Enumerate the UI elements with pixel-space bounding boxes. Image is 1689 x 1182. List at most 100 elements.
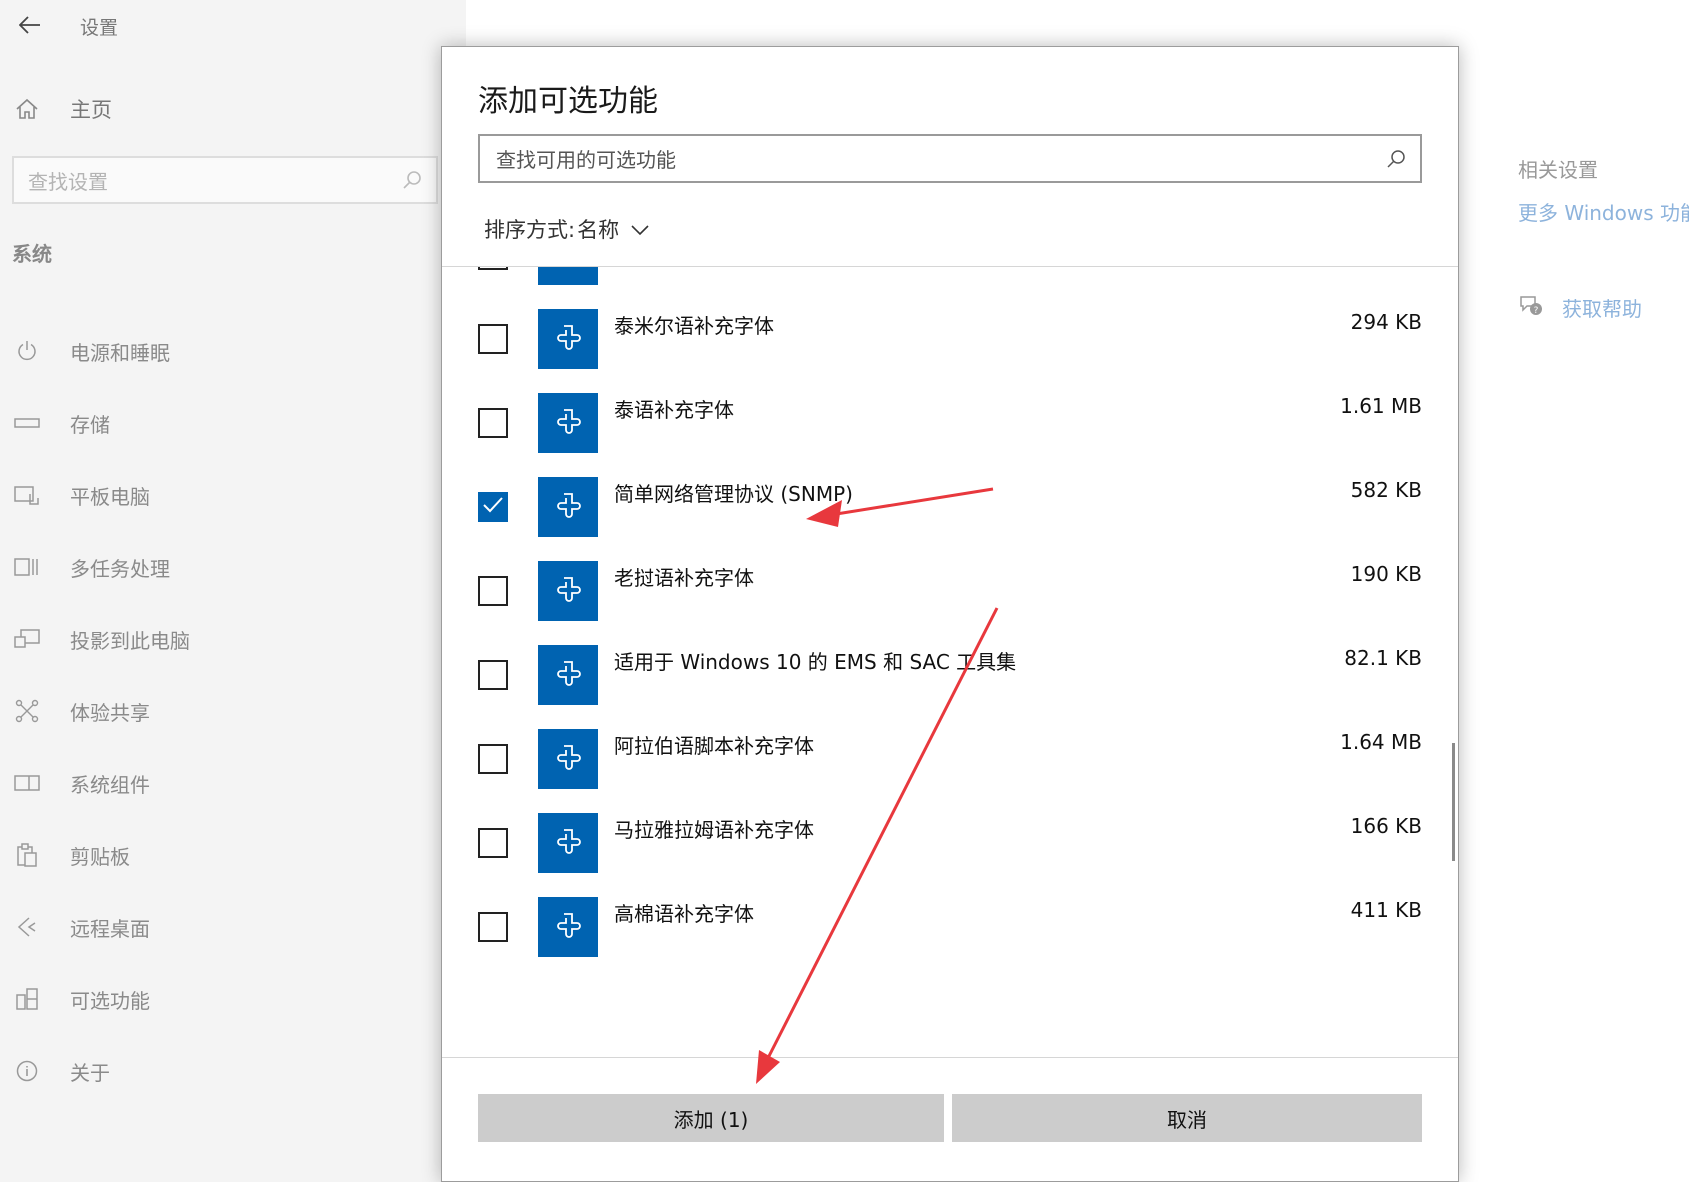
nav-home-label: 主页 — [70, 98, 112, 122]
related-settings: 相关设置 更多 Windows 功能 — [1518, 154, 1689, 226]
puzzle-piece-icon — [538, 813, 598, 873]
feature-checkbox[interactable] — [478, 324, 508, 354]
svg-text:?: ? — [1534, 306, 1539, 316]
puzzle-piece-icon — [538, 561, 598, 621]
nav-home[interactable]: 主页 — [12, 94, 112, 124]
feature-checkbox[interactable] — [478, 267, 508, 270]
feature-search-placeholder: 查找可用的可选功能 — [496, 148, 676, 172]
back-arrow-icon — [19, 16, 40, 34]
components-icon — [12, 773, 42, 793]
list-bottom-divider — [442, 1057, 1458, 1058]
search-icon — [1387, 149, 1405, 168]
sidebar-item-label: 投影到此电脑 — [70, 628, 190, 653]
puzzle-piece-icon — [538, 645, 598, 705]
feature-size: 294 KB — [1350, 310, 1422, 334]
home-icon — [12, 98, 42, 120]
feature-size: 166 KB — [1350, 814, 1422, 838]
feature-row[interactable]: 泰米尔语补充字体 294 KB — [478, 296, 1422, 386]
checkmark-icon — [482, 496, 504, 518]
sidebar-item-label: 多任务处理 — [70, 556, 170, 581]
feature-row[interactable]: 马拉雅拉姆语补充字体 166 KB — [478, 800, 1422, 890]
clipboard-icon — [12, 843, 42, 867]
puzzle-piece-icon — [538, 309, 598, 369]
cancel-button[interactable]: 取消 — [952, 1094, 1422, 1142]
feature-checkbox[interactable] — [478, 912, 508, 942]
sort-value: 名称 — [577, 218, 620, 242]
puzzle-piece-icon — [538, 729, 598, 789]
sidebar-item-clipboard[interactable]: 剪贴板 — [12, 819, 432, 891]
feature-name: 高棉语补充字体 — [614, 902, 754, 926]
feature-size: 82.1 KB — [1344, 646, 1422, 670]
feature-name: 老挝语补充字体 — [614, 566, 754, 590]
feature-checkbox[interactable] — [478, 576, 508, 606]
feature-name: 泰语补充字体 — [614, 398, 734, 422]
feature-checkbox[interactable] — [478, 492, 508, 522]
feature-checkbox[interactable] — [478, 828, 508, 858]
sidebar-item-label: 远程桌面 — [70, 916, 150, 941]
sidebar-item-tablet[interactable]: 平板电脑 — [12, 459, 432, 531]
multitask-icon — [12, 556, 42, 578]
sidebar-item-info[interactable]: 关于 — [12, 1035, 432, 1107]
list-scrollbar[interactable] — [1452, 743, 1455, 861]
puzzle-piece-icon — [538, 897, 598, 957]
feature-size: 190 KB — [1350, 562, 1422, 586]
feature-row[interactable]: 老挝语补充字体 190 KB — [478, 548, 1422, 638]
sidebar-item-label: 剪贴板 — [70, 844, 130, 869]
sidebar-item-project[interactable]: 投影到此电脑 — [12, 603, 432, 675]
feature-size: 411 KB — [1350, 898, 1422, 922]
feature-search-input[interactable]: 查找可用的可选功能 — [478, 134, 1422, 183]
get-help-label: 获取帮助 — [1562, 297, 1642, 321]
sidebar-item-label: 平板电脑 — [70, 484, 150, 509]
feature-row[interactable]: 简单网络管理协议 (SNMP) 582 KB — [478, 464, 1422, 554]
feature-size: 1.61 MB — [1340, 394, 1422, 418]
info-icon — [12, 1060, 42, 1082]
feature-checkbox[interactable] — [478, 408, 508, 438]
tablet-icon — [12, 484, 42, 506]
feature-name: 马拉雅拉姆语补充字体 — [614, 818, 814, 842]
feature-name: 适用于 Windows 10 的 EMS 和 SAC 工具集 — [614, 650, 1017, 674]
related-settings-title: 相关设置 — [1518, 158, 1598, 182]
sidebar-item-share[interactable]: 体验共享 — [12, 675, 432, 747]
feature-row[interactable]: 泰语补充字体 1.61 MB — [478, 380, 1422, 470]
sort-dropdown[interactable]: 排序方式: 名称 — [484, 214, 649, 244]
feature-list[interactable]: 泰米尔语补充字体 294 KB 泰语补充字体 1.61 MB 简单网络管理协议 (SNM… — [442, 267, 1458, 1057]
project-icon — [12, 628, 42, 650]
feature-checkbox[interactable] — [478, 744, 508, 774]
feature-row[interactable]: 适用于 Windows 10 的 EMS 和 SAC 工具集 82.1 KB — [478, 632, 1422, 722]
section-title: 系统 — [12, 242, 52, 266]
search-icon — [403, 171, 421, 189]
power-icon — [12, 340, 42, 362]
puzzle-piece-icon — [538, 393, 598, 453]
feature-size: 1.64 MB — [1340, 730, 1422, 754]
add-button[interactable]: 添加 (1) — [478, 1094, 944, 1142]
chat-help-icon: ? — [1518, 294, 1544, 322]
remote-desktop-icon — [12, 915, 42, 939]
get-help-link[interactable]: ? 获取帮助 — [1518, 293, 1642, 322]
feature-name: 阿拉伯语脚本补充字体 — [614, 734, 814, 758]
sidebar-item-components[interactable]: 系统组件 — [12, 747, 432, 819]
share-icon — [12, 699, 42, 723]
sidebar-item-label: 体验共享 — [70, 700, 150, 725]
feature-name: 简单网络管理协议 (SNMP) — [614, 482, 853, 506]
more-windows-features-link[interactable]: 更多 Windows 功能 — [1518, 197, 1689, 226]
sidebar-item-storage[interactable]: 存储 — [12, 387, 432, 459]
add-optional-feature-dialog: 添加可选功能 查找可用的可选功能 排序方式: 名称 泰米尔语补充字体 294 KB… — [441, 46, 1459, 1182]
sidebar-item-power[interactable]: 电源和睡眠 — [12, 315, 432, 387]
storage-icon — [12, 417, 42, 429]
settings-search-placeholder: 查找设置 — [28, 169, 108, 194]
sidebar-item-label: 系统组件 — [70, 772, 150, 797]
optional-features-icon — [12, 987, 42, 1011]
sidebar-item-remote-desktop[interactable]: 远程桌面 — [12, 891, 432, 963]
feature-row[interactable]: 阿拉伯语脚本补充字体 1.64 MB — [478, 716, 1422, 806]
puzzle-piece-icon — [538, 267, 598, 285]
feature-row[interactable]: 高棉语补充字体 411 KB — [478, 884, 1422, 974]
feature-checkbox[interactable] — [478, 660, 508, 690]
settings-search-input[interactable]: 查找设置 — [12, 156, 438, 204]
sidebar-item-label: 电源和睡眠 — [70, 340, 170, 365]
sidebar-item-optional-features[interactable]: 可选功能 — [12, 963, 432, 1035]
feature-name: 泰米尔语补充字体 — [614, 314, 774, 338]
back-button[interactable] — [12, 10, 48, 40]
sidebar-item-multitask[interactable]: 多任务处理 — [12, 531, 432, 603]
sort-label: 排序方式: — [484, 218, 576, 242]
sidebar-item-label: 可选功能 — [70, 988, 150, 1013]
